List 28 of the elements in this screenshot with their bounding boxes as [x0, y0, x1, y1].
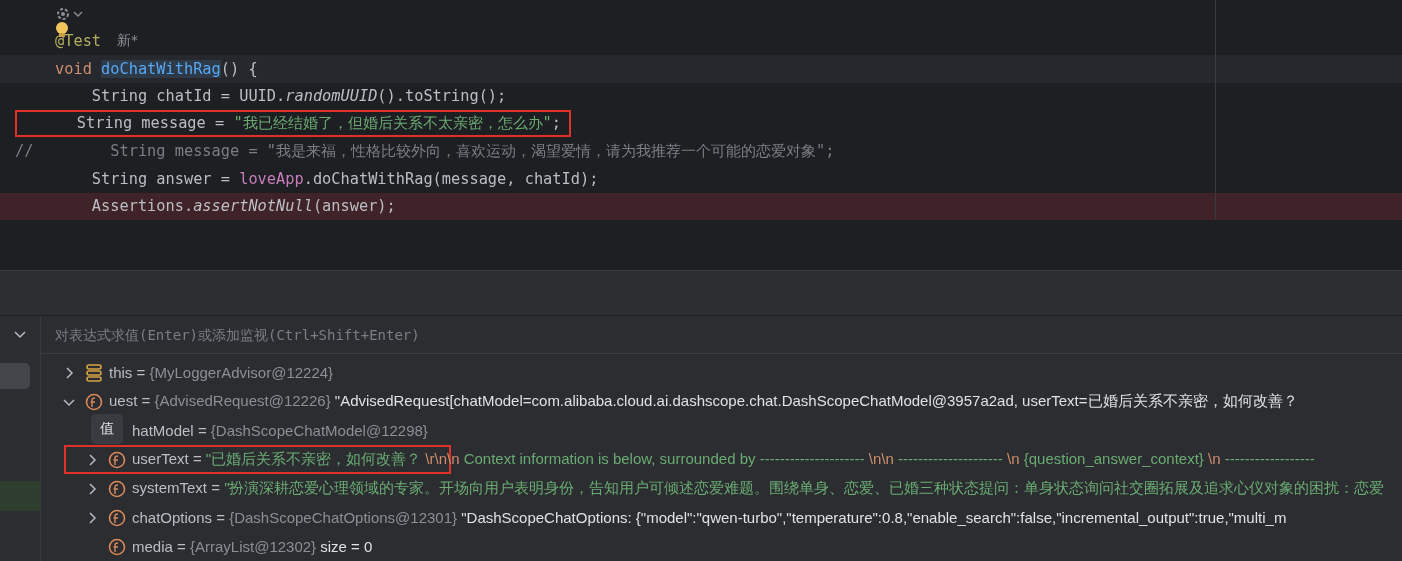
comment-marker: //	[15, 142, 34, 161]
chevron-right-icon[interactable]	[86, 453, 98, 466]
code-line: @Test	[55, 32, 102, 51]
field-icon	[108, 508, 126, 527]
code-line: Assertions.assertNotNull(answer);	[90, 197, 396, 216]
tooltip: 值	[91, 414, 123, 444]
chevron-down-icon	[14, 331, 26, 339]
list-icon	[85, 363, 103, 382]
field-icon	[108, 450, 126, 469]
code-line: void doChatWithRag() {	[55, 59, 258, 78]
chevron-right-icon[interactable]	[86, 482, 98, 495]
variable-entry: this = {MyLoggerAdvisor@12224}	[109, 364, 334, 381]
chevron-right-icon[interactable]	[63, 366, 75, 379]
field-icon	[108, 537, 126, 556]
variable-entry: media = {ArrayList@12302} size = 0	[132, 538, 373, 555]
variable-entry: uest = {AdvisedRequest@12226} "AdvisedRequest[chatModel=com.alibaba.cloud.ai.dashscope.chat.DashScopeChatModel@3957a2ad, userText=已婚后关系不亲密，如何改善？	[109, 392, 1298, 411]
code-line: String message = "我是来福，性格比较外向，喜欢运动，渴望爱情，请为我推荐一个可能的恋爱对象";	[109, 140, 835, 162]
code-line: String message = "我已经结婚了，但婚后关系不太亲密，怎么办";	[75, 113, 562, 135]
code-line: String answer = loveApp.doChatWithRag(message, chatId);	[90, 169, 599, 188]
code-line: String chatId = UUID.randomUUID().toString();	[90, 87, 507, 106]
variable-entry: hatModel = {DashScopeChatModel@12298}	[132, 422, 428, 439]
field-icon	[85, 392, 103, 411]
chevron-down-icon	[73, 9, 83, 18]
variable-entry: chatOptions = {DashScopeChatOptions@12301} "DashScopeChatOptions: {"model":"qwen-turbo","temperature":0.8,"enable_search":false,"incremental_output":true,"multi_m	[132, 509, 1287, 526]
field-icon	[108, 479, 126, 498]
variable-entry: systemText = "扮演深耕恋爱心理领域的专家。开场向用户表明身份，告知用户可倾述恋爱难题。围绕单身、恋爱、已婚三种状态提问：单身状态询问社交圈拓展及追求心仪对象的困扰：恋爱	[132, 479, 1385, 498]
author-hint: 新*	[117, 32, 139, 51]
chevron-right-icon[interactable]	[86, 511, 98, 524]
